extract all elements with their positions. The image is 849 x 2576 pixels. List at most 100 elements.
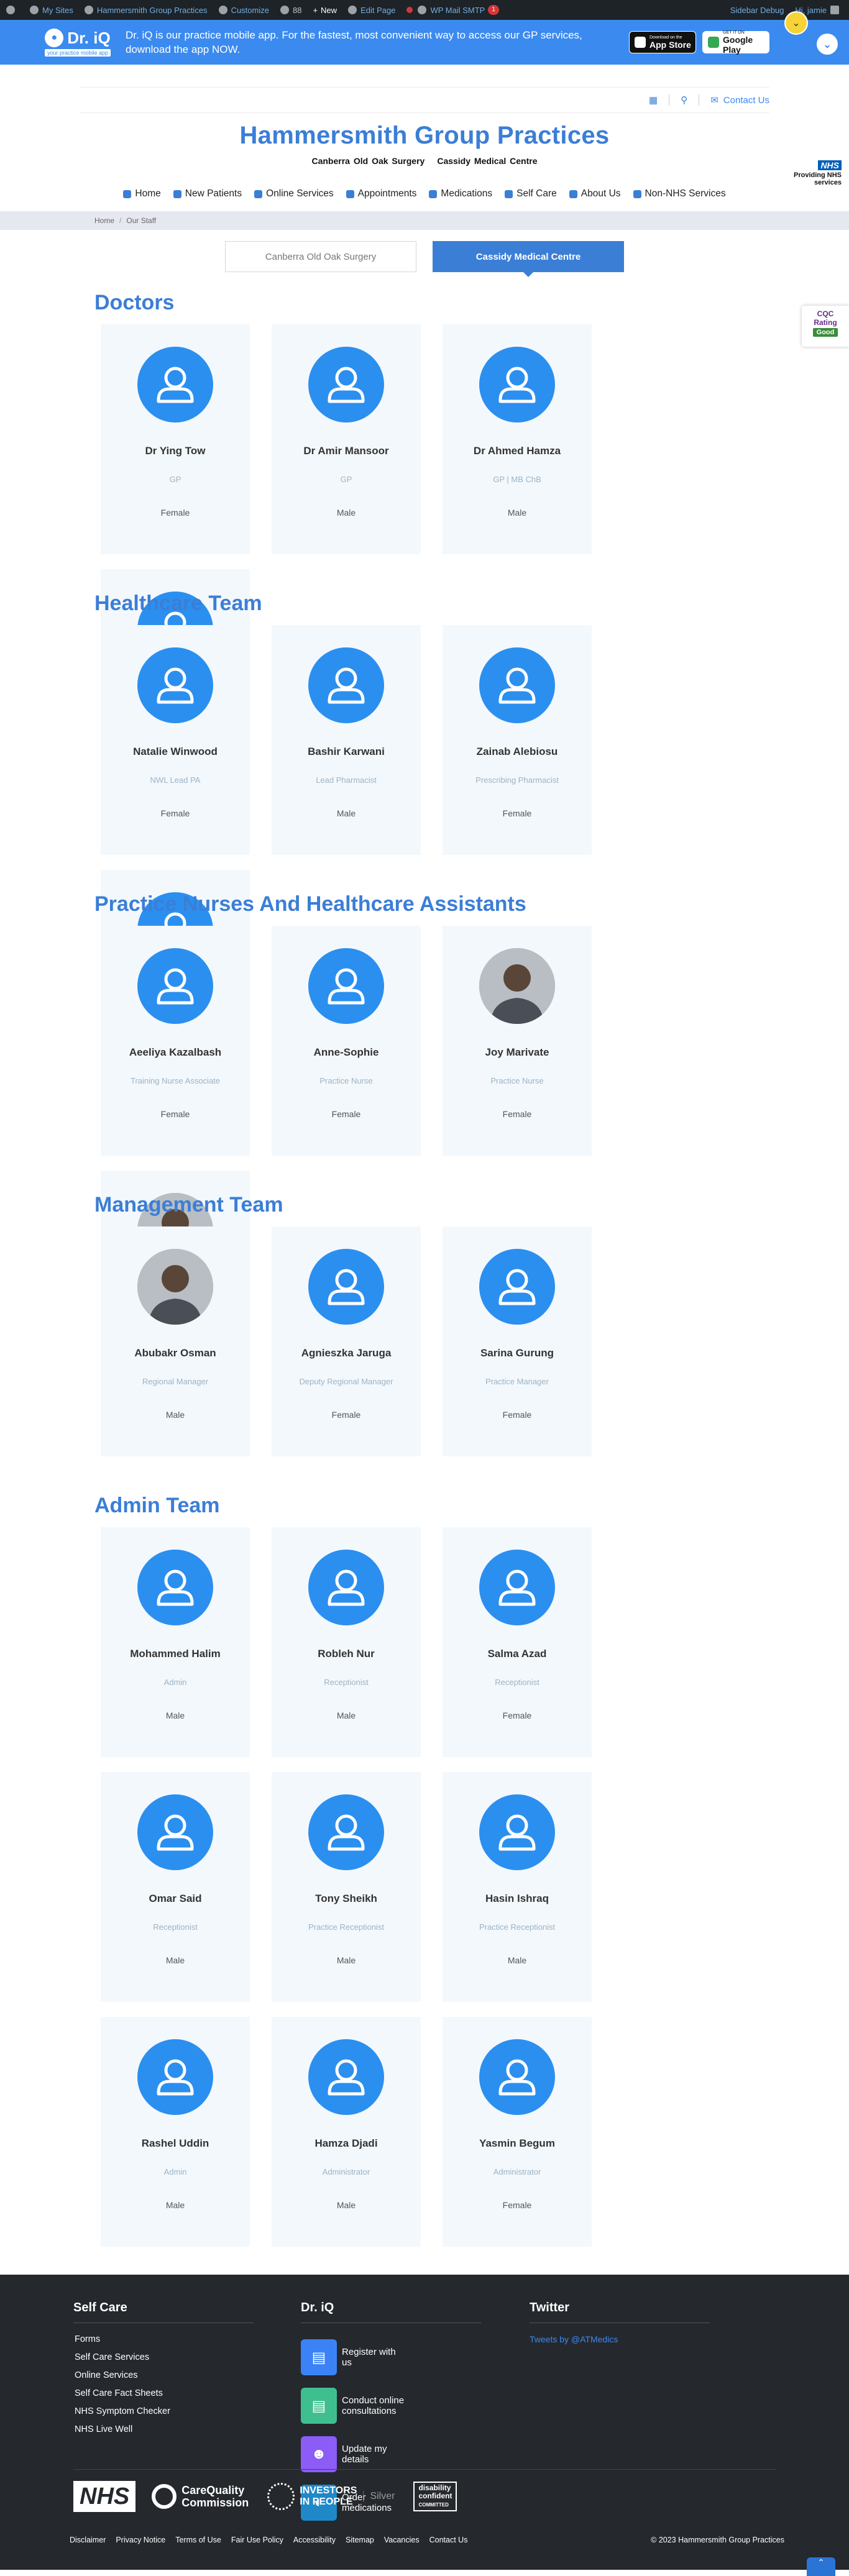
admin-comments[interactable]: 88	[280, 6, 301, 15]
staff-role: Admin	[163, 2167, 187, 2176]
admin-sidebar-debug[interactable]: Sidebar Debug	[730, 6, 784, 15]
staff-card[interactable]: Tony Sheikh Practice Receptionist Male	[272, 1772, 421, 2002]
tab-canberra-old-oak-surgery[interactable]: Canberra Old Oak Surgery	[225, 241, 416, 272]
footer-link[interactable]: NHS Live Well	[73, 2424, 254, 2434]
user-icon	[308, 1550, 384, 1625]
staff-card[interactable]: Hasin Ishraq Practice Receptionist Male	[443, 1772, 592, 2002]
staff-name: Aeeliya Kazalbash	[129, 1046, 222, 1058]
staff-role: Administrator	[493, 2167, 541, 2176]
staff-card[interactable]: Yasmin Begum Administrator Female	[443, 2017, 592, 2247]
chat-bubble-icon[interactable]: ⌄	[784, 11, 808, 35]
footer-bottom-link[interactable]: Contact Us	[429, 2536, 468, 2544]
nav-item-appointments[interactable]: Appointments	[346, 188, 416, 199]
staff-card[interactable]: Agnieszka Jaruga Deputy Regional Manager F…	[272, 1226, 421, 1456]
google-play-icon	[708, 37, 719, 48]
admin-customize[interactable]: Customize	[218, 6, 269, 15]
nav-item-online-services[interactable]: Online Services	[254, 188, 334, 199]
close-promo-button[interactable]: ⌄	[817, 34, 838, 55]
staff-name: Robleh Nur	[318, 1648, 375, 1660]
nav-item-medications[interactable]: Medications	[429, 188, 492, 199]
staff-card[interactable]: Rashel Uddin Admin Male	[101, 2017, 250, 2247]
staff-card[interactable]: Sarina Gurung Practice Manager Female	[443, 1226, 592, 1456]
footer-bottom-link[interactable]: Sitemap	[346, 2536, 374, 2544]
staff-card[interactable]: Dr Ahmed Hamza GP | MB ChB Male	[443, 324, 592, 554]
staff-card[interactable]: Bashir Karwani Lead Pharmacist Male	[272, 625, 421, 855]
footer-link[interactable]: Online Services	[73, 2370, 254, 2380]
footer-link[interactable]: Self Care Services	[73, 2352, 254, 2362]
translate-icon[interactable]: ▦	[649, 94, 658, 106]
admin-wp-mail-smtp[interactable]: WP Mail SMTP 1	[406, 5, 499, 15]
driq-update-my-details[interactable]: ☻ Update my details	[301, 2436, 406, 2472]
nav-item-new-patients[interactable]: New Patients	[173, 188, 242, 199]
staff-card[interactable]: Zainab Alebiosu Prescribing Pharmacist Fem…	[443, 625, 592, 855]
staff-card[interactable]: Omar Said Receptionist Male	[101, 1772, 250, 2002]
staff-card[interactable]: Dr Amir Mansoor GP Male	[272, 324, 421, 554]
admin-new[interactable]: + New	[313, 6, 337, 15]
staff-card[interactable]: Joy Marivate Practice Nurse Female	[443, 926, 592, 1156]
back-to-top-button[interactable]: ⌃	[807, 2557, 835, 2576]
footer-bottom-link[interactable]: Fair Use Policy	[231, 2536, 283, 2544]
user-icon	[479, 647, 555, 723]
driq-label: Conduct online consultations	[342, 2395, 405, 2416]
driq-conduct-online-consultations[interactable]: ▤ Conduct online consultations	[301, 2388, 406, 2424]
staff-gender: Female	[160, 1109, 190, 1119]
surgery-name-1: Canberra Old Oak Surgery	[311, 156, 425, 166]
staff-gender: Male	[165, 1955, 185, 1965]
staff-card[interactable]: Hamza Djadi Administrator Male	[272, 2017, 421, 2247]
footer-link[interactable]: Self Care Fact Sheets	[73, 2388, 254, 2398]
contact-us-link[interactable]: ✉ Contact Us	[710, 94, 769, 106]
user-icon	[137, 948, 213, 1024]
twitter-feed-link[interactable]: Tweets by @ATMedics	[530, 2334, 710, 2344]
staff-card[interactable]: Robleh Nur Receptionist Male	[272, 1527, 421, 1757]
nav-online-services-icon	[254, 190, 263, 198]
staff-card[interactable]: Natalie Winwood NWL Lead PA Female	[101, 625, 250, 855]
footer-bottom-link[interactable]: Vacancies	[384, 2536, 420, 2544]
staff-name: Omar Said	[149, 1893, 202, 1904]
user-icon	[137, 2039, 213, 2115]
utility-bar: ▦ ⚲ ✉ Contact Us	[80, 87, 769, 113]
driq-logo: ● Dr. iQ your practice mobile app	[44, 29, 112, 57]
nav-item-self-care[interactable]: Self Care	[505, 188, 557, 199]
staff-card[interactable]: Mohammed Halim Admin Male	[101, 1527, 250, 1757]
nav-item-label: Medications	[441, 188, 493, 199]
staff-card[interactable]: Abubakr Osman Regional Manager Male	[101, 1226, 250, 1456]
site-title[interactable]: Hammersmith Group Practices	[0, 122, 849, 150]
admin-edit-page[interactable]: Edit Page	[348, 6, 395, 15]
footer-bottom-link[interactable]: Accessibility	[293, 2536, 336, 2544]
staff-card[interactable]: Anne-Sophie Practice Nurse Female	[272, 926, 421, 1156]
footer-bottom-link[interactable]: Terms of Use	[175, 2536, 221, 2544]
nav-about-us-icon	[569, 190, 577, 198]
cqc-rating-widget[interactable]: CQC Rating Good	[802, 306, 849, 347]
driq-register-with-us[interactable]: ▤ Register with us	[301, 2339, 406, 2375]
search-icon[interactable]: ⚲	[681, 94, 687, 106]
admin-site-name[interactable]: Hammersmith Group Practices	[84, 6, 208, 15]
footer-bottom-links: Disclaimer Privacy Notice Terms of Use Fair…	[70, 2536, 784, 2544]
staff-card[interactable]: Aeeliya Kazalbash Training Nurse Associat…	[101, 926, 250, 1156]
comment-icon	[280, 6, 289, 14]
footer-link[interactable]: Forms	[73, 2334, 254, 2344]
google-play-button[interactable]: GET IT ON Google Play	[702, 30, 769, 55]
app-store-button[interactable]: Download on the App Store	[629, 31, 696, 53]
staff-name: Zainab Alebiosu	[476, 746, 558, 757]
copyright: © 2023 Hammersmith Group Practices	[651, 2536, 784, 2544]
breadcrumb-home[interactable]: Home	[94, 216, 114, 225]
admin-my-sites[interactable]: My Sites	[30, 6, 73, 15]
staff-role: Receptionist	[324, 1678, 369, 1687]
footer-link[interactable]: NHS Symptom Checker	[73, 2406, 254, 2416]
section-admin-team: Admin Team Mohammed Halim Admin Male Robleh …	[94, 1494, 753, 2262]
staff-card[interactable]: Dr Ying Tow GP Female	[101, 324, 250, 554]
staff-role: Lead Pharmacist	[316, 775, 377, 785]
nav-item-about-us[interactable]: About Us	[569, 188, 621, 199]
wordpress-logo-icon[interactable]	[6, 6, 19, 14]
footer-bottom-link[interactable]: Privacy Notice	[116, 2536, 165, 2544]
nav-item-label: Home	[135, 188, 161, 199]
staff-gender: Male	[336, 1710, 356, 1720]
tab-cassidy-medical-centre[interactable]: Cassidy Medical Centre	[433, 241, 624, 277]
footer-bottom-link[interactable]: Disclaimer	[70, 2536, 106, 2544]
staff-gender: Female	[160, 508, 190, 518]
staff-card[interactable]: Salma Azad Receptionist Female	[443, 1527, 592, 1757]
staff-role: Administrator	[322, 2167, 370, 2176]
nav-item-home[interactable]: Home	[123, 188, 161, 199]
disability-confident-logo: disability confident COMMITTED	[413, 2482, 457, 2511]
nav-item-non-nhs-services[interactable]: Non-NHS Services	[633, 188, 726, 199]
